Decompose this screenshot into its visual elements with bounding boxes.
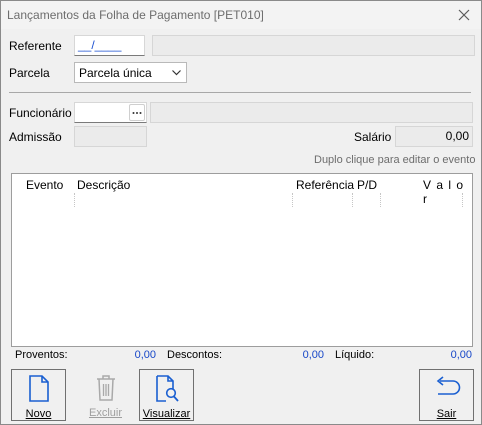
column-header-descricao[interactable]: Descrição	[77, 178, 130, 192]
excluir-button[interactable]: Excluir	[78, 369, 133, 421]
trash-icon	[96, 375, 115, 401]
events-grid[interactable]: Evento Descrição Referência P/D V a l o …	[11, 173, 473, 347]
funcionario-label: Funcionário	[9, 106, 72, 120]
proventos-value: 0,00	[134, 349, 156, 361]
preview-document-icon	[155, 375, 179, 402]
column-header-evento[interactable]: Evento	[26, 178, 63, 192]
window-title: Lançamentos da Folha de Pagamento [PET01…	[7, 8, 264, 22]
funcionario-name-field	[150, 102, 473, 123]
ellipsis-icon	[132, 111, 142, 114]
parcela-selected-value: Parcela única	[79, 66, 152, 80]
column-header-valor[interactable]: V a l o r	[423, 178, 472, 206]
proventos-label: Proventos:	[15, 349, 68, 361]
excluir-label: Excluir	[88, 407, 122, 419]
close-icon	[458, 9, 470, 21]
edit-hint: Duplo clique para editar o evento	[314, 154, 476, 166]
liquido-label: Líquido:	[335, 349, 375, 361]
visualizar-label: Visualizar	[142, 408, 191, 420]
close-button[interactable]	[453, 4, 475, 26]
sair-button[interactable]: Sair	[419, 369, 474, 421]
title-bar: Lançamentos da Folha de Pagamento [PET01…	[1, 1, 481, 29]
new-document-icon	[28, 375, 49, 402]
descontos-label: Descontos:	[167, 349, 223, 361]
section-divider	[9, 92, 471, 93]
column-divider	[74, 193, 75, 207]
column-divider	[462, 193, 463, 207]
column-header-pd[interactable]: P/D	[357, 178, 377, 192]
payroll-entry-window: Lançamentos da Folha de Pagamento [PET01…	[0, 0, 482, 425]
salario-value: 0,00	[445, 129, 469, 143]
funcionario-lookup-button[interactable]	[129, 104, 145, 121]
liquido-value: 0,00	[450, 349, 472, 361]
parcela-select[interactable]: Parcela única	[74, 62, 187, 83]
exit-arrow-icon	[436, 376, 460, 395]
descontos-value: 0,00	[302, 349, 324, 361]
salario-field: 0,00	[395, 126, 473, 147]
visualizar-button[interactable]: Visualizar	[139, 369, 194, 421]
parcela-label: Parcela	[9, 66, 50, 80]
referente-label: Referente	[9, 39, 62, 53]
column-divider	[352, 193, 353, 207]
novo-label: Novo	[25, 408, 52, 420]
admissao-field	[74, 126, 147, 147]
sair-label: Sair	[436, 408, 457, 420]
column-divider	[292, 193, 293, 207]
referente-description-field	[152, 35, 475, 56]
funcionario-input[interactable]	[74, 102, 147, 123]
column-divider	[380, 193, 381, 207]
novo-button[interactable]: Novo	[11, 369, 66, 421]
column-header-referencia[interactable]: Referência	[296, 178, 354, 192]
referente-input[interactable]: __/____	[74, 35, 145, 56]
salario-label: Salário	[354, 130, 392, 144]
admissao-label: Admissão	[9, 130, 62, 144]
chevron-down-icon	[172, 70, 181, 76]
referente-value: __/____	[78, 38, 122, 52]
